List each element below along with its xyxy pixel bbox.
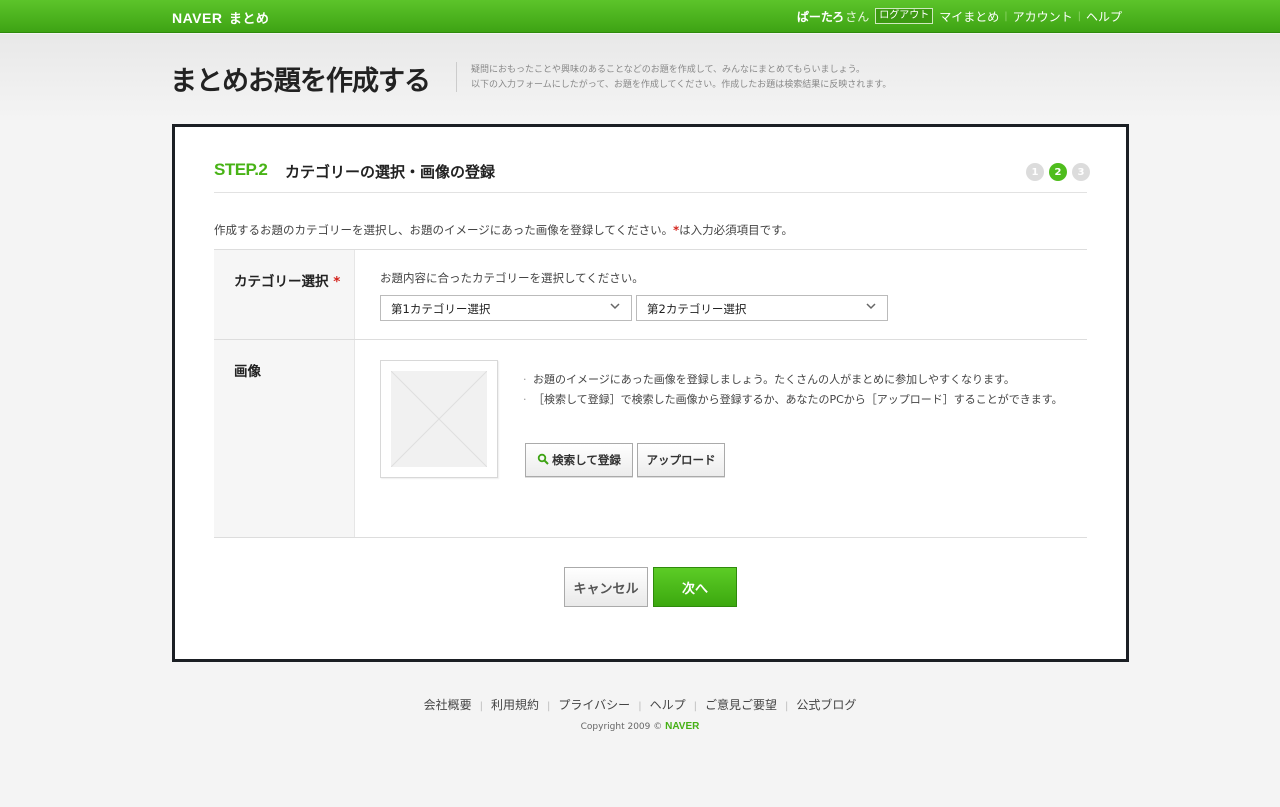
copyright-text: Copyright 2009 © — [580, 722, 663, 732]
footer-link-blog[interactable]: 公式ブログ — [796, 698, 856, 712]
category-hint: お題内容に合ったカテゴリーを選択してください。 — [380, 271, 644, 285]
intro-required-text: は入力必須項目です。 — [679, 223, 793, 237]
create-topic-form: STEP.2 カテゴリーの選択・画像の登録 1 2 3 作成するお題のカテゴリー… — [172, 124, 1129, 662]
username: ぱーたろ — [796, 9, 845, 24]
image-label: 画像 — [234, 364, 261, 380]
footer-link-terms[interactable]: 利用規約 — [491, 698, 539, 712]
title-divider — [456, 62, 457, 92]
footer-link-help[interactable]: ヘルプ — [650, 698, 686, 712]
user-nav: ぱーたろ さん ログアウト マイまとめ | アカウント | ヘルプ — [797, 7, 1122, 25]
category-row: カテゴリー選択 * お題内容に合ったカテゴリーを選択してください。 第1カテゴリ… — [214, 250, 1087, 340]
step-dot-2-active: 2 — [1049, 163, 1067, 181]
image-note-1: お題のイメージにあった画像を登録しましょう。たくさんの人がまとめに参加しやすくな… — [523, 370, 1063, 390]
copyright: Copyright 2009 © NAVER — [0, 721, 1280, 732]
category-label: カテゴリー選択 — [234, 274, 329, 290]
footer-separator: | — [784, 701, 789, 712]
footer-link-privacy[interactable]: プライバシー — [558, 698, 630, 712]
header-desc-line2: 以下の入力フォームにしたがって、お題を作成してください。作成したお題は検索結果に… — [471, 80, 892, 90]
next-button[interactable]: 次へ — [653, 567, 737, 607]
search-icon — [537, 453, 549, 468]
step-dot-1: 1 — [1026, 163, 1044, 181]
my-matome-link[interactable]: マイまとめ — [939, 8, 999, 25]
footer-link-company[interactable]: 会社概要 — [424, 698, 472, 712]
upload-button[interactable]: アップロード — [637, 443, 725, 477]
help-link[interactable]: ヘルプ — [1086, 8, 1122, 25]
footer-separator: | — [547, 701, 551, 712]
image-note-2: ［検索して登録］で検索した画像から登録するか、あなたのPCから［アップロード］す… — [523, 390, 1063, 410]
step-label: STEP.2 — [214, 160, 268, 179]
footer-separator: | — [693, 701, 697, 712]
category-input-cell: お題内容に合ったカテゴリーを選択してください。 第1カテゴリー選択 第2カテゴリ… — [355, 250, 1087, 339]
footer-link-feedback[interactable]: ご意見ご要望 — [705, 698, 777, 712]
page-title: まとめお題を作成する — [170, 66, 431, 97]
nav-separator: | — [1004, 10, 1008, 22]
search-register-label: 検索して登録 — [552, 453, 621, 467]
username-suffix: さん — [845, 9, 870, 24]
image-placeholder-inner — [390, 370, 488, 468]
placeholder-cross-icon — [390, 370, 488, 468]
image-label-cell: 画像 — [214, 340, 355, 537]
chevron-down-icon — [609, 299, 621, 317]
nav-separator: | — [1077, 10, 1081, 22]
footer-separator: | — [638, 701, 642, 712]
form-table: カテゴリー選択 * お題内容に合ったカテゴリーを選択してください。 第1カテゴリ… — [214, 249, 1087, 538]
second-category-select[interactable]: 第2カテゴリー選択 — [636, 295, 888, 321]
second-category-value: 第2カテゴリー選択 — [647, 302, 747, 316]
image-notes: お題のイメージにあった画像を登録しましょう。たくさんの人がまとめに参加しやすくな… — [523, 370, 1063, 410]
upload-label: アップロード — [646, 453, 716, 467]
footer-links: 会社概要 | 利用規約 | プライバシー | ヘルプ | ご意見ご要望 | 公式ブログ — [0, 696, 1280, 713]
search-register-button[interactable]: 検索して登録 — [525, 443, 633, 477]
step-indicator: 1 2 3 — [1026, 163, 1090, 181]
first-category-select[interactable]: 第1カテゴリー選択 — [380, 295, 632, 321]
header-desc-line1: 疑問におもったことや興味のあることなどのお題を作成して、みんなにまとめてもらいま… — [471, 65, 866, 75]
intro-text: 作成するお題のカテゴリーを選択し、お題のイメージにあった画像を登録してください。 — [214, 223, 674, 237]
header-description: 疑問におもったことや興味のあることなどのお題を作成して、みんなにまとめてもらいま… — [471, 63, 891, 93]
naver-matome-logo[interactable]: NAVER まとめ — [172, 8, 269, 27]
logout-button[interactable]: ログアウト — [875, 8, 934, 24]
cancel-button[interactable]: キャンセル — [564, 567, 648, 607]
logo-matome-text: まとめ — [228, 11, 270, 26]
top-bar: NAVER まとめ ぱーたろ さん ログアウト マイまとめ | アカウント | … — [0, 0, 1280, 33]
first-category-value: 第1カテゴリー選択 — [391, 302, 491, 316]
image-placeholder — [380, 360, 498, 478]
category-required-mark: * — [333, 274, 341, 290]
image-input-cell: お題のイメージにあった画像を登録しましょう。たくさんの人がまとめに参加しやすくな… — [355, 340, 1087, 537]
account-link[interactable]: アカウント — [1013, 8, 1073, 25]
footer-naver-logo[interactable]: NAVER — [665, 721, 699, 732]
form-intro: 作成するお題のカテゴリーを選択し、お題のイメージにあった画像を登録してください。… — [214, 222, 793, 238]
footer-separator: | — [479, 701, 484, 712]
category-label-cell: カテゴリー選択 * — [214, 250, 355, 339]
step-divider — [214, 192, 1087, 193]
image-row: 画像 お題のイメージにあった画像を登録しましょう。たくさんの人がまとめに参加しや… — [214, 340, 1087, 538]
logo-naver-text: NAVER — [172, 10, 223, 26]
step-dot-3: 3 — [1072, 163, 1090, 181]
chevron-down-icon — [865, 299, 877, 317]
step-title: カテゴリーの選択・画像の登録 — [285, 163, 496, 181]
